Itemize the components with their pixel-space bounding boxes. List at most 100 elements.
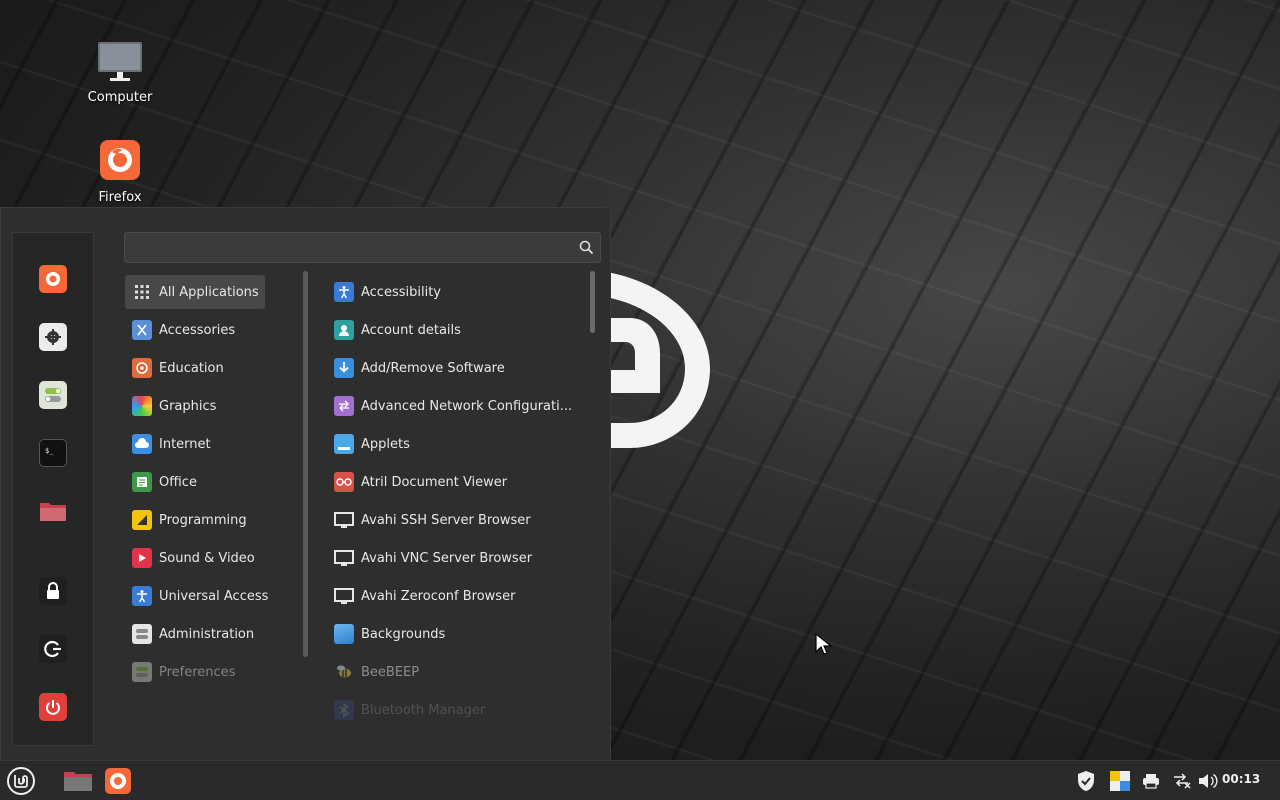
category-label: All Applications: [159, 284, 259, 300]
application-menu: $_ All Applications Accessories Educatio…: [0, 207, 611, 760]
logout-button[interactable]: [36, 632, 70, 666]
shield-icon: [1078, 771, 1094, 791]
app-backgrounds[interactable]: Backgrounds: [329, 617, 579, 651]
category-sound-video[interactable]: Sound & Video: [125, 541, 265, 575]
app-avahi-ssh-server-browser[interactable]: Avahi SSH Server Browser: [329, 503, 579, 537]
favorite-firefox[interactable]: [36, 262, 70, 296]
bluetooth-icon: [334, 700, 354, 720]
accessories-icon: [132, 320, 152, 340]
monitor-icon: [334, 586, 354, 606]
category-label: Accessories: [159, 322, 236, 338]
category-label: Graphics: [159, 398, 217, 414]
category-graphics[interactable]: Graphics: [125, 389, 265, 423]
categories-scrollbar[interactable]: [303, 271, 308, 657]
app-label: Avahi SSH Server Browser: [361, 512, 531, 528]
app-beebeep[interactable]: BeeBEEP: [329, 655, 579, 689]
favorite-terminal[interactable]: $_: [36, 436, 70, 470]
app-accessibility[interactable]: Accessibility: [329, 275, 579, 309]
firefox-icon: [105, 768, 131, 794]
desktop-icon-firefox[interactable]: Firefox: [75, 138, 165, 205]
category-programming[interactable]: Programming: [125, 503, 265, 537]
terminal-icon: $_: [39, 439, 67, 467]
clock[interactable]: 00:13: [1222, 772, 1260, 786]
programming-icon: [132, 510, 152, 530]
app-label: Avahi VNC Server Browser: [361, 550, 533, 566]
search-input[interactable]: [131, 233, 571, 262]
monitor-icon: [334, 510, 354, 530]
firefox-icon: [96, 138, 144, 186]
status-grid-icon: [1110, 771, 1130, 791]
app-label: Account details: [361, 322, 461, 338]
app-label: Applets: [361, 436, 410, 452]
app-avahi-vnc-server-browser[interactable]: Avahi VNC Server Browser: [329, 541, 579, 575]
bee-icon: [334, 662, 354, 682]
power-icon: [39, 693, 67, 721]
taskbar-files-launcher[interactable]: [60, 765, 96, 797]
app-label: Add/Remove Software: [361, 360, 505, 376]
lock-screen-button[interactable]: [36, 574, 70, 608]
folder-icon: [64, 772, 92, 791]
search-box[interactable]: [124, 232, 601, 263]
network-icon: [334, 396, 354, 416]
desktop-icon-label: Firefox: [98, 190, 142, 205]
sound-applet[interactable]: [1192, 765, 1224, 797]
applets-icon: [334, 434, 354, 454]
svg-text:$_: $_: [45, 447, 54, 455]
mouse-cursor: [815, 633, 833, 655]
app-label: Accessibility: [361, 284, 441, 300]
app-atril-document-viewer[interactable]: Atril Document Viewer: [329, 465, 579, 499]
desktop-icon-computer[interactable]: Computer: [75, 38, 165, 105]
quit-button[interactable]: [36, 690, 70, 724]
backgrounds-icon: [334, 624, 354, 644]
category-education[interactable]: Education: [125, 351, 265, 385]
xapp-status-applet[interactable]: [1104, 765, 1136, 797]
printers-applet[interactable]: [1135, 765, 1167, 797]
category-office[interactable]: Office: [125, 465, 265, 499]
admin-icon: [132, 624, 152, 644]
app-label: Backgrounds: [361, 626, 446, 642]
favorite-toggles[interactable]: [36, 378, 70, 412]
category-preferences[interactable]: Preferences: [125, 655, 265, 689]
download-icon: [334, 358, 354, 378]
favorite-settings[interactable]: [36, 320, 70, 354]
search-icon[interactable]: [579, 240, 594, 255]
category-internet[interactable]: Internet: [125, 427, 265, 461]
category-accessories[interactable]: Accessories: [125, 313, 265, 347]
taskbar-firefox-launcher[interactable]: [102, 765, 134, 797]
gear-icon: [39, 323, 67, 351]
app-label: Bluetooth Manager: [361, 702, 486, 718]
category-label: Programming: [159, 512, 247, 528]
app-advanced-network-configuration[interactable]: Advanced Network Configurati...: [329, 389, 579, 423]
graphics-icon: [132, 396, 152, 416]
category-label: Office: [159, 474, 197, 490]
app-add-remove-software[interactable]: Add/Remove Software: [329, 351, 579, 385]
app-bluetooth-manager[interactable]: Bluetooth Manager: [329, 693, 579, 727]
category-label: Universal Access: [159, 588, 269, 604]
app-label: Atril Document Viewer: [361, 474, 508, 490]
folder-icon: [39, 497, 67, 525]
category-universal-access[interactable]: Universal Access: [125, 579, 269, 613]
category-label: Internet: [159, 436, 211, 452]
lock-icon: [39, 577, 67, 605]
monitor-icon: [96, 38, 144, 86]
app-account-details[interactable]: Account details: [329, 313, 579, 347]
category-all-applications[interactable]: All Applications: [125, 275, 265, 309]
accessibility-icon: [132, 586, 152, 606]
category-administration[interactable]: Administration: [125, 617, 265, 651]
favorite-files[interactable]: [36, 494, 70, 528]
glasses-icon: [334, 472, 354, 492]
accessibility-icon: [334, 282, 354, 302]
prefs-icon: [132, 662, 152, 682]
app-applets[interactable]: Applets: [329, 427, 579, 461]
mint-menu-icon: [7, 767, 35, 795]
applications-scrollbar[interactable]: [590, 271, 595, 333]
bottom-panel: 00:13: [0, 760, 1280, 800]
update-manager-applet[interactable]: [1070, 765, 1102, 797]
toggles-icon: [39, 381, 67, 409]
menu-button[interactable]: [5, 765, 37, 797]
app-label: BeeBEEP: [361, 664, 420, 680]
app-avahi-zeroconf-browser[interactable]: Avahi Zeroconf Browser: [329, 579, 579, 613]
firefox-icon: [39, 265, 67, 293]
logout-icon: [39, 635, 67, 663]
app-label: Advanced Network Configurati...: [361, 398, 573, 414]
